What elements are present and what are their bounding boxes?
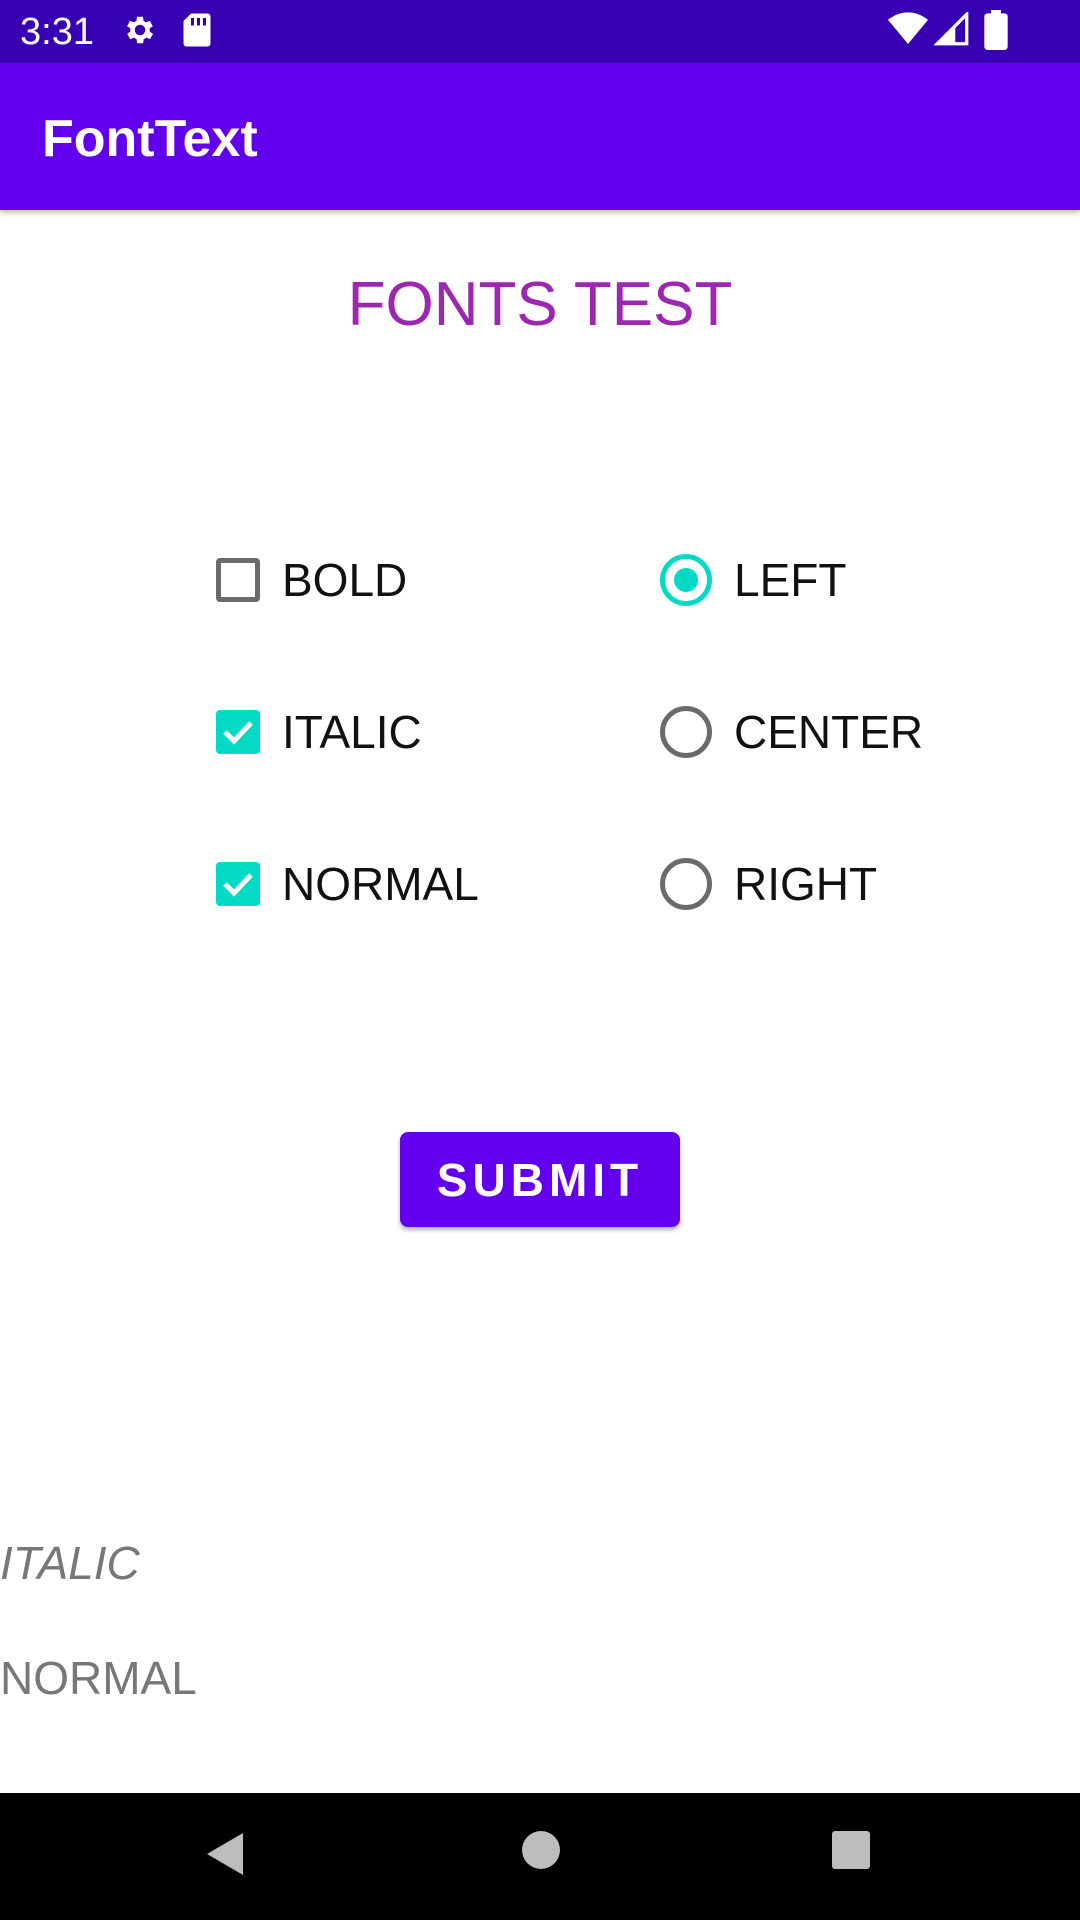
app-bar: FontText	[0, 63, 1080, 210]
radio-label: LEFT	[734, 554, 847, 606]
radio-unselected-icon[interactable]	[660, 706, 712, 758]
checkbox-normal[interactable]: NORMAL	[216, 844, 479, 924]
radio-dot	[674, 568, 698, 592]
gear-icon	[122, 12, 158, 53]
radio-right[interactable]: RIGHT	[660, 844, 877, 924]
checkbox-label: BOLD	[282, 554, 408, 606]
battery-icon	[984, 10, 1008, 55]
navigation-bar	[0, 1793, 1080, 1920]
submit-button[interactable]: SUBMIT	[400, 1132, 680, 1227]
app-title: FontText	[42, 110, 258, 168]
checkbox-italic[interactable]: ITALIC	[216, 692, 422, 772]
checkbox-checked-icon[interactable]	[216, 862, 260, 906]
page-title: FONTS TEST	[347, 270, 733, 339]
output-italic-text: ITALIC	[0, 1537, 140, 1589]
recents-icon[interactable]	[830, 1829, 872, 1876]
radio-label: CENTER	[734, 706, 924, 758]
home-icon[interactable]	[520, 1829, 562, 1876]
checkbox-bold[interactable]: BOLD	[216, 540, 407, 620]
status-bar: 3:31	[0, 0, 1080, 63]
radio-label: RIGHT	[734, 858, 878, 910]
checkbox-label: ITALIC	[282, 706, 422, 758]
signal-icon	[933, 10, 970, 51]
checkbox-checked-icon[interactable]	[216, 710, 260, 754]
sd-card-icon	[182, 12, 212, 53]
radio-center[interactable]: CENTER	[660, 692, 923, 772]
radio-left[interactable]: LEFT	[660, 540, 846, 620]
checkbox-unchecked-icon[interactable]	[216, 558, 260, 602]
output-normal-text: NORMAL	[0, 1652, 197, 1704]
back-icon[interactable]	[203, 1829, 247, 1884]
checkbox-label: NORMAL	[282, 858, 479, 910]
radio-unselected-icon[interactable]	[660, 858, 712, 910]
wifi-icon	[888, 12, 928, 51]
status-time: 3:31	[20, 11, 94, 53]
radio-selected-icon[interactable]	[660, 554, 712, 606]
